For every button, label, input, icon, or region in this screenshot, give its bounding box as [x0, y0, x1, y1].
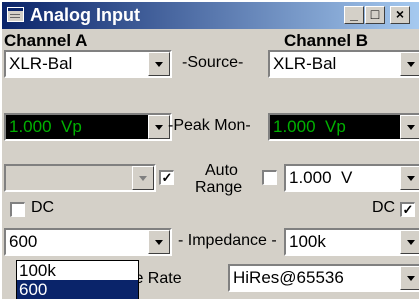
channel-b-dc-checkbox[interactable]: ✓: [400, 202, 415, 217]
channel-a-source-value: XLR-Bal: [9, 54, 73, 73]
chevron-down-icon[interactable]: [400, 52, 419, 76]
auto-label: Auto: [205, 162, 238, 179]
impedance-option-100k[interactable]: 100k: [17, 261, 138, 280]
window-icon: [7, 7, 24, 22]
chevron-down-icon[interactable]: [148, 230, 170, 254]
channel-a-dc-checkbox[interactable]: [10, 202, 25, 217]
channel-b-peak-value: 1.000 Vp: [273, 117, 346, 136]
maximize-button[interactable]: □: [365, 6, 385, 24]
chevron-down-icon[interactable]: [148, 52, 170, 76]
impedance-dropdown-list: 100k 600: [16, 260, 139, 299]
channel-a-source-select[interactable]: XLR-Bal: [4, 50, 172, 78]
chevron-down-icon[interactable]: [400, 266, 419, 290]
chevron-down-icon: [132, 166, 154, 190]
source-label: -Source-: [182, 54, 244, 71]
channel-a-range-select[interactable]: [4, 164, 156, 192]
sample-rate-select[interactable]: HiRes@65536: [228, 264, 419, 292]
channel-b-impedance-value: 100k: [289, 232, 326, 251]
title-bar[interactable]: Analog Input _ □ ×: [2, 2, 419, 29]
channel-b-impedance-select[interactable]: 100k: [284, 228, 419, 256]
chevron-down-icon[interactable]: [148, 115, 170, 139]
peak-mon-label: -Peak Mon-: [168, 117, 251, 134]
channel-a-auto-range-checkbox[interactable]: ✓: [159, 170, 174, 185]
range-label: Range: [195, 179, 243, 196]
minimize-button[interactable]: _: [344, 6, 364, 24]
chevron-down-icon[interactable]: [400, 115, 419, 139]
sample-rate-value: HiRes@65536: [233, 268, 344, 287]
channel-a-peak-monitor[interactable]: 1.000 Vp: [4, 113, 172, 141]
channel-a-impedance-select[interactable]: 600: [4, 228, 172, 256]
channel-b-range-select[interactable]: 1.000 V: [284, 164, 419, 192]
close-button[interactable]: ×: [390, 6, 410, 24]
channel-b-heading: Channel B: [284, 31, 369, 50]
impedance-option-600[interactable]: 600: [17, 280, 138, 299]
channel-a-heading: Channel A: [4, 31, 88, 50]
chevron-down-icon[interactable]: [400, 230, 419, 254]
channel-a-peak-value: 1.000 Vp: [9, 117, 82, 136]
channel-a-impedance-value: 600: [9, 232, 38, 251]
analog-input-window: Analog Input _ □ × Channel A Channel B X…: [0, 0, 419, 299]
window-title: Analog Input: [30, 5, 140, 25]
channel-b-auto-range-checkbox[interactable]: [262, 170, 277, 185]
impedance-label: - Impedance -: [178, 232, 277, 249]
channel-b-peak-monitor[interactable]: 1.000 Vp: [268, 113, 419, 141]
channel-a-dc-label: DC: [31, 199, 55, 216]
chevron-down-icon[interactable]: [400, 166, 419, 190]
channel-b-source-value: XLR-Bal: [273, 54, 337, 73]
channel-b-source-select[interactable]: XLR-Bal: [268, 50, 419, 78]
channel-b-dc-label: DC: [372, 199, 396, 216]
channel-b-range-value: 1.000 V: [289, 168, 353, 187]
